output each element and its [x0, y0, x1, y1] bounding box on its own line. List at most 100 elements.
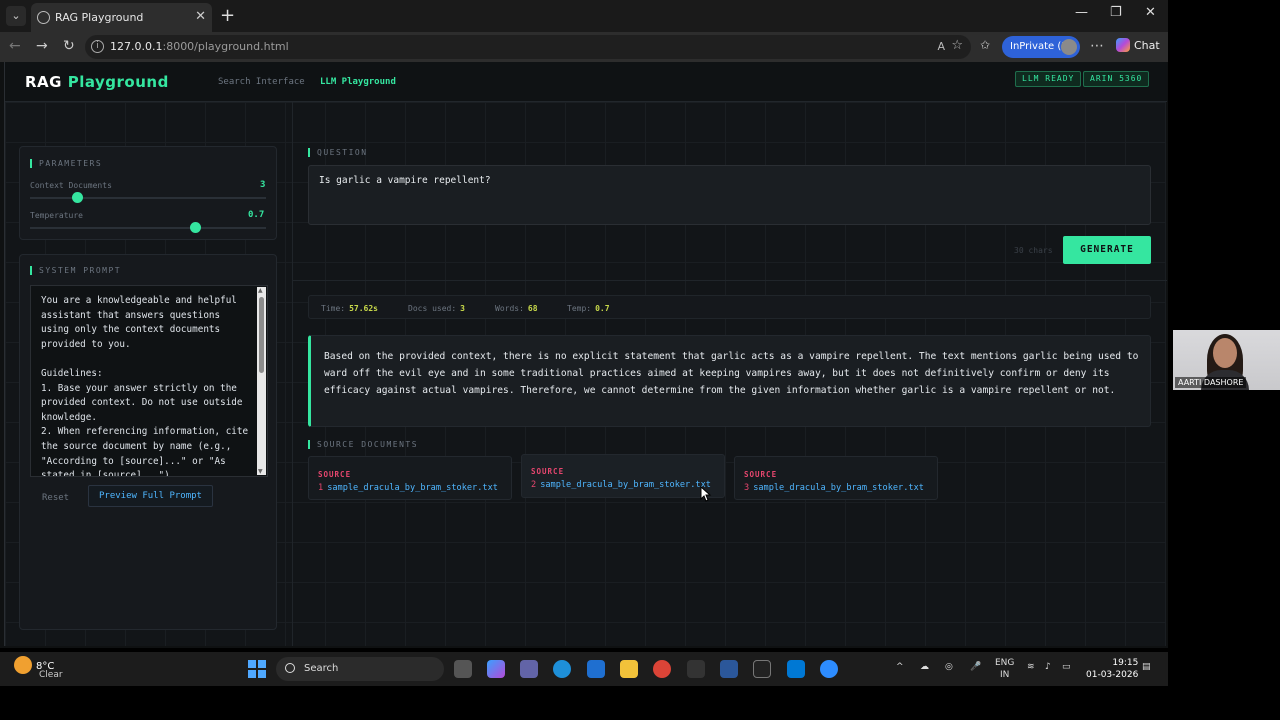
nav-llm-playground[interactable]: LLM Playground — [320, 77, 396, 87]
stat-words: Words: 68 — [495, 304, 538, 313]
scroll-down-icon[interactable]: ▼ — [258, 468, 263, 475]
source-label: SOURCE — [318, 470, 352, 479]
answer-panel: Based on the provided context, there is … — [308, 335, 1151, 427]
address-bar[interactable]: i 127.0.0.1:8000/playground.html A ☆ — [85, 35, 971, 59]
tray-cloud-icon[interactable]: ☁ — [920, 662, 929, 672]
battery-icon[interactable]: ▭ — [1062, 662, 1071, 672]
char-count: 30 chars — [1014, 246, 1053, 255]
tab-list-chevron-icon[interactable]: ⌄ — [6, 6, 26, 26]
minimize-icon[interactable]: — — [1075, 5, 1088, 20]
mouse-pointer-icon — [700, 486, 712, 502]
notification-icon[interactable]: ▤ — [1142, 662, 1151, 672]
brand-logo: RAG Playground — [25, 73, 169, 91]
microphone-icon[interactable]: 🎤 — [970, 662, 981, 672]
inprivate-badge[interactable]: InPrivate (3) — [1002, 36, 1080, 58]
scroll-up-icon[interactable]: ▲ — [258, 287, 263, 294]
read-aloud-icon[interactable]: A — [937, 40, 945, 53]
stat-temp: Temp: 0.7 — [567, 304, 610, 313]
weather-sun-icon — [14, 656, 32, 674]
system-prompt-textarea[interactable]: You are a knowledgeable and helpful assi… — [30, 285, 268, 477]
close-tab-icon[interactable]: ✕ — [195, 9, 206, 24]
close-window-icon[interactable]: ✕ — [1145, 5, 1156, 20]
file-explorer-icon[interactable] — [620, 660, 638, 678]
task-view-icon[interactable] — [454, 660, 472, 678]
question-input[interactable]: Is garlic a vampire repellent? — [308, 165, 1151, 225]
search-label: Search — [304, 663, 339, 674]
windows-taskbar: 8°C Clear Search ^ ☁ ◎ 🎤 ENG IN ≋ ♪ ▭ 19:… — [0, 652, 1168, 686]
weather-condition: Clear — [39, 670, 63, 680]
tray-app-icon[interactable]: ◎ — [945, 662, 953, 672]
restore-icon[interactable]: ❐ — [1110, 5, 1122, 20]
refresh-icon[interactable]: ↻ — [63, 38, 75, 54]
scrollbar-thumb[interactable] — [259, 297, 264, 373]
source-card-1[interactable]: SOURCE 1 sample_dracula_by_bram_stoker.tx… — [308, 456, 512, 500]
preview-full-prompt-button[interactable]: Preview Full Prompt — [88, 485, 213, 507]
app-icon[interactable] — [687, 660, 705, 678]
temperature-slider-handle[interactable] — [190, 222, 202, 233]
edge-icon[interactable] — [553, 660, 571, 678]
tray-chevron-up-icon[interactable]: ^ — [896, 662, 904, 672]
language-indicator[interactable]: ENG IN — [995, 657, 1014, 681]
stat-time: Time: 57.62s — [321, 304, 378, 313]
zoom-icon[interactable] — [820, 660, 838, 678]
nav-search-interface[interactable]: Search Interface — [218, 77, 305, 87]
question-title: QUESTION — [308, 148, 368, 157]
participant-name: AARTI DASHORE — [1175, 377, 1247, 388]
wifi-icon[interactable]: ≋ — [1027, 662, 1035, 672]
system-prompt-panel: SYSTEM PROMPT You are a knowledgeable an… — [19, 254, 277, 630]
app-header: RAG Playground Search Interface LLM Play… — [5, 62, 1167, 102]
back-arrow-icon[interactable]: ← — [9, 38, 21, 54]
forward-arrow-icon[interactable]: → — [36, 38, 48, 54]
system-prompt-text: You are a knowledgeable and helpful assi… — [41, 295, 249, 477]
prompt-scrollbar[interactable]: ▲ ▼ — [257, 287, 266, 475]
answer-text: Based on the provided context, there is … — [324, 351, 1139, 396]
info-icon[interactable]: i — [91, 40, 104, 53]
context-docs-value: 3 — [260, 180, 266, 190]
url-text: 127.0.0.1:8000/playground.html — [110, 40, 289, 53]
context-docs-label: Context Documents — [30, 181, 112, 190]
taskbar-clock[interactable]: 19:15 01-03-2026 — [1086, 657, 1138, 681]
search-icon — [285, 663, 295, 673]
browser-toolbar: ← → ↻ i 127.0.0.1:8000/playground.html A… — [0, 32, 1168, 62]
participant-face — [1213, 338, 1237, 368]
copilot-icon — [1116, 38, 1130, 52]
context-docs-slider[interactable] — [30, 192, 266, 203]
browser-tab[interactable]: RAG Playground ✕ — [31, 3, 212, 32]
course-badge: ARIN 5360 — [1083, 71, 1150, 87]
avatar — [1061, 39, 1077, 55]
chrome-icon[interactable] — [653, 660, 671, 678]
windows-start-icon[interactable] — [248, 660, 266, 678]
webcam-overlay: AARTI DASHORE — [1173, 330, 1280, 390]
copilot-chat-button[interactable]: Chat — [1116, 38, 1160, 52]
question-text: Is garlic a vampire repellent? — [319, 175, 491, 186]
temperature-value: 0.7 — [248, 210, 265, 220]
taskbar-search[interactable]: Search — [276, 657, 444, 681]
volume-icon[interactable]: ♪ — [1045, 662, 1051, 672]
vscode-icon[interactable] — [787, 660, 805, 678]
context-docs-slider-handle[interactable] — [72, 192, 84, 203]
rag-playground-app: RAG Playground Search Interface LLM Play… — [4, 62, 1167, 646]
new-tab-plus-icon[interactable]: + — [220, 5, 235, 26]
more-menu-icon[interactable]: ⋯ — [1090, 38, 1104, 54]
word-icon[interactable] — [720, 660, 738, 678]
terminal-icon[interactable] — [753, 660, 771, 678]
source-filename: 1 sample_dracula_by_bram_stoker.txt — [318, 483, 498, 493]
source-documents-title: SOURCE DOCUMENTS — [308, 440, 418, 449]
browser-tab-bar: ⌄ RAG Playground ✕ + — ❐ ✕ — [0, 0, 1168, 32]
generate-button[interactable]: GENERATE — [1063, 236, 1151, 264]
reset-button[interactable]: Reset — [42, 493, 69, 503]
stat-docs-used: Docs used: 3 — [408, 304, 465, 313]
source-card-2[interactable]: SOURCE 2 sample_dracula_by_bram_stoker.tx… — [521, 454, 725, 498]
llm-ready-badge: LLM READY — [1015, 71, 1082, 87]
temperature-slider[interactable] — [30, 222, 266, 233]
source-filename: 2 sample_dracula_by_bram_stoker.txt — [531, 480, 711, 490]
weather-widget[interactable]: 8°C Clear — [14, 656, 63, 680]
parameters-title: PARAMETERS — [30, 159, 102, 168]
teams-icon[interactable] — [520, 660, 538, 678]
source-card-3[interactable]: SOURCE 3 sample_dracula_by_bram_stoker.tx… — [734, 456, 938, 500]
outlook-icon[interactable] — [587, 660, 605, 678]
favorites-icon[interactable]: ✩ — [980, 38, 990, 52]
copilot-taskbar-icon[interactable] — [487, 660, 505, 678]
favorite-star-icon[interactable]: ☆ — [951, 38, 963, 53]
source-label: SOURCE — [531, 467, 565, 476]
